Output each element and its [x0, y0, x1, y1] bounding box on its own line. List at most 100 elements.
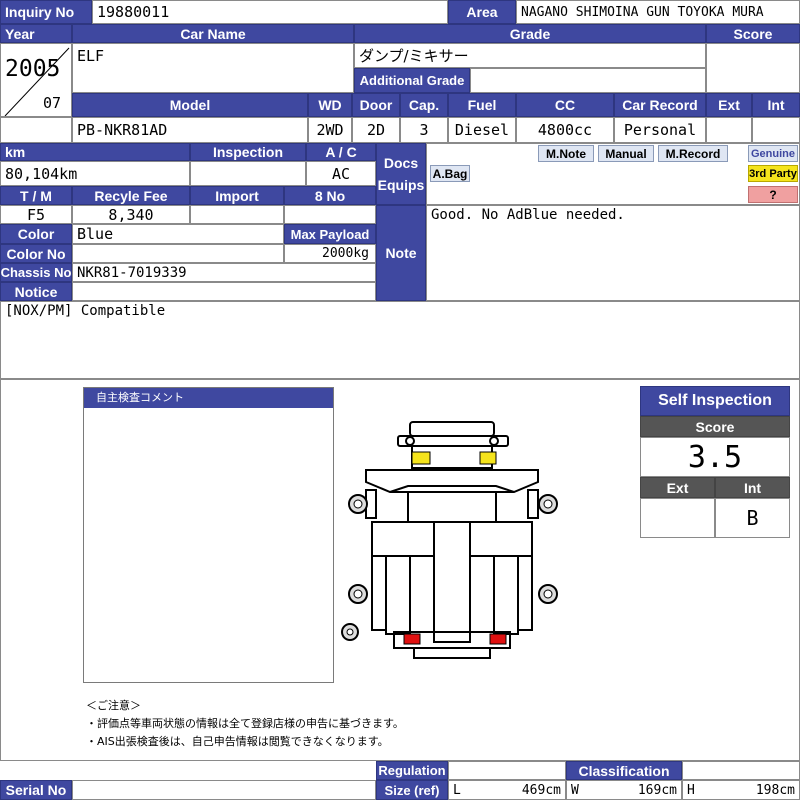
self-inspection-title: Self Inspection: [640, 386, 790, 416]
height-label: H: [687, 782, 695, 798]
self-ext-value: [640, 498, 715, 538]
car-name-value: ELF: [72, 43, 354, 93]
inspection-value: [190, 161, 306, 186]
comment-box: 自主検査コメント: [83, 387, 334, 683]
ext-label: Ext: [706, 93, 752, 117]
year-label: Year: [0, 24, 72, 43]
area-label: Area: [448, 0, 516, 24]
truck-diagram: [341, 421, 558, 659]
model-value: PB-NKR81AD: [72, 117, 308, 143]
notice-filler: [72, 282, 376, 301]
inspection-label: Inspection: [190, 143, 306, 161]
ac-value: AC: [306, 161, 376, 186]
classification-label: Classification: [566, 761, 682, 780]
area-value: NAGANO SHIMOINA GUN TOYOKA MURA: [516, 0, 800, 24]
car-record-label: Car Record: [614, 93, 706, 117]
equips-label: Equips: [377, 177, 425, 193]
a-bag-badge: A.Bag: [430, 165, 470, 182]
chassis-no-value: NKR81-7019339: [72, 263, 376, 282]
genuine-badge: Genuine: [748, 145, 798, 162]
month-value: 07: [43, 94, 62, 112]
notice-value: [NOX/PM] Compatible: [0, 301, 800, 379]
self-score-value: 3.5: [640, 437, 790, 477]
car-name-label: Car Name: [72, 24, 354, 43]
ac-label: A / C: [306, 143, 376, 161]
notes-line1: ・評価点等車両状態の情報は全て登録店様の申告に基づきます。: [86, 717, 404, 730]
year-value: 2005: [5, 56, 61, 82]
cap-label: Cap.: [400, 93, 448, 117]
year-box: 2005 07: [0, 43, 72, 117]
unknown-badge: ?: [748, 186, 798, 203]
third-party-badge: 3rd Party: [748, 165, 798, 182]
docs-equips-label: Docs Equips: [376, 143, 426, 205]
classification-value: [682, 761, 800, 780]
import-label: Import: [190, 186, 284, 205]
recycle-fee-label: Recyle Fee: [72, 186, 190, 205]
eight-no-value: [284, 205, 376, 224]
length-cell: L 469cm: [448, 780, 566, 800]
length-label: L: [453, 782, 461, 798]
serial-no-value: [72, 780, 376, 800]
cc-label: CC: [516, 93, 614, 117]
damage-mark-yellow-left: [411, 451, 431, 465]
damage-mark-yellow-right: [479, 451, 497, 465]
regulation-value: [448, 761, 566, 780]
height-cell: H 198cm: [682, 780, 800, 800]
km-label: km: [0, 143, 190, 161]
tm-value: F5: [0, 205, 72, 224]
m-note-badge: M.Note: [538, 145, 594, 162]
self-int-value: B: [715, 498, 790, 538]
regulation-label: Regulation: [376, 761, 448, 780]
cap-value: 3: [400, 117, 448, 143]
color-no-value: [72, 244, 284, 263]
score-value: [706, 43, 800, 93]
notes-heading: ＜ご注意＞: [86, 699, 141, 712]
width-label: W: [571, 782, 579, 798]
comment-title: 自主検査コメント: [84, 388, 333, 408]
damage-mark-red-left: [403, 633, 421, 645]
color-value: Blue: [72, 224, 284, 244]
fuel-label: Fuel: [448, 93, 516, 117]
int-label: Int: [752, 93, 800, 117]
model-label: Model: [72, 93, 308, 117]
door-value: 2D: [352, 117, 400, 143]
door-label: Door: [352, 93, 400, 117]
self-int-label: Int: [715, 477, 790, 498]
max-payload-value: 2000kg: [284, 244, 376, 263]
docs-label: Docs: [383, 155, 419, 171]
inquiry-no-label: Inquiry No: [0, 0, 92, 24]
score-label: Score: [706, 24, 800, 43]
notice-label: Notice: [0, 282, 72, 301]
fuel-value: Diesel: [448, 117, 516, 143]
color-label: Color: [0, 224, 72, 244]
additional-grade-label: Additional Grade: [354, 68, 470, 93]
notes-line2: ・AIS出張検査後は、自己申告情報は閲覧できなくなります。: [86, 735, 389, 748]
eight-no-label: 8 No: [284, 186, 376, 205]
chassis-no-label: Chassis No: [0, 263, 72, 282]
wd-value: 2WD: [308, 117, 352, 143]
self-ext-label: Ext: [640, 477, 715, 498]
width-value: 169cm: [637, 782, 677, 798]
import-value: [190, 205, 284, 224]
m-record-badge: M.Record: [658, 145, 728, 162]
note-label: Note: [376, 205, 426, 301]
recycle-fee-value: 8,340: [72, 205, 190, 224]
self-score-label: Score: [640, 416, 790, 437]
width-cell: W 169cm: [566, 780, 682, 800]
size-ref-label: Size (ref): [376, 780, 448, 800]
height-value: 198cm: [755, 782, 795, 798]
year-filler: [0, 117, 72, 143]
grade-label: Grade: [354, 24, 706, 43]
inquiry-no-value: 19880011: [92, 0, 448, 24]
max-payload-label: Max Payload: [284, 224, 376, 244]
grade-value: ダンプ/ミキサー: [354, 43, 706, 68]
serial-no-label: Serial No: [0, 780, 72, 800]
ext-value: [706, 117, 752, 143]
tm-label: T / M: [0, 186, 72, 205]
length-value: 469cm: [521, 782, 561, 798]
car-record-value: Personal: [614, 117, 706, 143]
note-value: Good. No AdBlue needed.: [426, 205, 800, 301]
color-no-label: Color No: [0, 244, 72, 263]
int-value: [752, 117, 800, 143]
damage-mark-red-right: [489, 633, 507, 645]
